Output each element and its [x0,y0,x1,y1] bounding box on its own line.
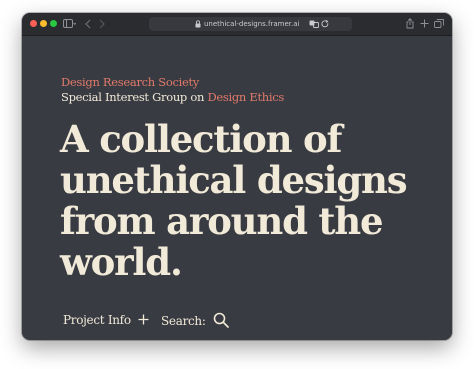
reload-icon[interactable] [321,19,329,31]
org-name[interactable]: Design Research Society [61,75,199,89]
group-highlight[interactable]: Design Ethics [207,90,284,104]
back-icon[interactable] [85,19,91,32]
browser-window: unethical-designs.framer.ai Design Resea… [22,13,452,340]
minimize-window-button[interactable] [40,20,47,27]
search-button[interactable]: Search: [161,312,229,332]
tabs-icon[interactable] [434,19,444,31]
url-text: unethical-designs.framer.ai [204,20,300,28]
zoom-window-button[interactable] [50,20,57,27]
forward-icon[interactable] [99,19,105,32]
project-info-button[interactable]: Project Info [63,312,149,329]
page-content: Design Research Society Special Interest… [22,36,452,340]
new-tab-icon[interactable] [420,19,429,31]
browser-toolbar: unethical-designs.framer.ai [22,13,452,36]
project-info-label: Project Info [63,313,131,327]
translate-icon[interactable] [309,20,319,31]
address-bar[interactable]: unethical-designs.framer.ai [149,17,352,31]
page-title: A collection of unethical designs from a… [60,117,408,284]
plus-icon [138,313,149,329]
share-icon[interactable] [406,18,414,32]
sidebar-icon[interactable] [63,19,77,32]
search-icon [213,312,229,332]
close-window-button[interactable] [30,20,37,27]
group-line: Special Interest Group on Design Ethics [61,90,284,104]
group-prefix: Special Interest Group on [61,90,208,104]
search-label: Search: [161,314,206,328]
lock-icon [195,20,201,31]
